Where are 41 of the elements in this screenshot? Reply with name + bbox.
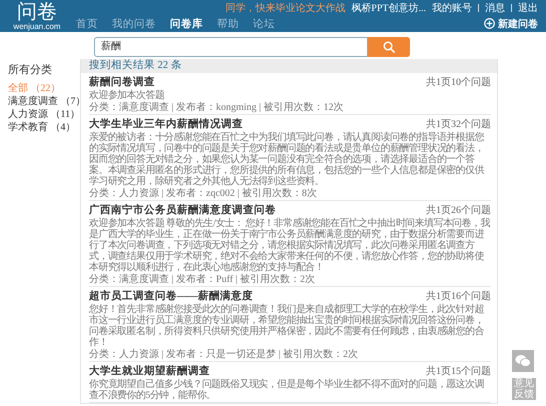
nav-tab[interactable]: 帮助 (217, 16, 239, 30)
results-summary: 搜到相关结果 22 条 (81, 59, 497, 73)
survey-meta: 分类：人力资源 | 发布者：只是一切还是梦 | 被引用次数：2次 (89, 349, 360, 360)
new-survey-button[interactable]: 新建问卷 (484, 16, 538, 30)
chat-bubbles-icon[interactable] (512, 350, 534, 372)
search-button[interactable] (368, 37, 410, 57)
question-count: 共1页32个问题 (426, 118, 491, 131)
logo-domain: wenjuan.com (13, 22, 61, 31)
survey-meta: 分类：人力资源 | 发布者：zqc002 | 被引用次数：8次 (89, 188, 318, 199)
survey-description: 欢迎参加本次答题 尊敬的先生/女士： 您好！非常感谢您能在百忙之中抽出时间来填写本问卷，我是广西大学的毕业生，正在做一份关于南宁市公务员薪酬满意度的研究，由于数据分析需要而进行了本次问卷调查，下列选项无对错之分，请您根据实际情况填写，此次问卷采用匿名调查方式，调查结果仅用于学术研究，绝对不会给大家带来任何的不便，请您放心作答，您的协助将使本研究得以顺利进行，在此衷心地感谢您的支持与配合！ (89, 218, 491, 273)
survey-description: 您好！首先非常感谢您接受此次的问卷调查！我们是来自成都理工大学的在校学生，此次针对超市这一行业进行员工满意度的专业调研，希望您能抽出宝贵的时间根据实际情况回答这份问卷，问卷采取匿名制，所得资料只供研究使用并严格保密，因此不需要有任何顾虑，由衷感谢您的合作！ (89, 304, 485, 348)
survey-title[interactable]: 大学生就业期望薪酬调查 (89, 366, 210, 378)
plus-circle-icon (484, 18, 495, 29)
question-count: 共1页26个问题 (426, 204, 491, 217)
header-link[interactable]: 消息 (485, 1, 505, 15)
survey-title[interactable]: 薪酬问卷调查 (89, 77, 155, 89)
user-link[interactable]: 枫桥PPT创意坊... (351, 1, 426, 15)
header-link[interactable]: 退出 (518, 1, 538, 15)
survey-title[interactable]: 大学生毕业三年内薪酬情况调查 (89, 119, 243, 131)
search-field[interactable]: 薪酬 (94, 37, 368, 57)
survey-description: 亲爱的被访者：十分感谢您能在百忙之中为我们填写此问卷，请认真阅读问卷的指导语并根据您的实际情况填写，问卷中的问题是关于您对薪酬问题的看法或是贵单位的薪酬管理状况的看法，因而您的回答无对错之分，如果您认为某一问题没有完全符合的选项，请选择最适合的一个答案。本调查采用匿名的形式进行，您所提供的所有信息，包括您的一些个人信息都是保密的仅供学习研究之用，除研究者之外其他人无法得到这些资料。 (89, 132, 486, 187)
nav-tab[interactable]: 问卷库 (170, 16, 203, 30)
category-item[interactable]: 满意度调查 （7） (8, 95, 86, 108)
nav-tab[interactable]: 我的问卷 (112, 16, 156, 30)
nav-tab[interactable]: 首页 (76, 16, 98, 30)
category-item[interactable]: 人力资源 （11） (8, 108, 80, 121)
sidebar-title: 所有分类 (8, 63, 52, 77)
survey-meta: 分类：满意度调查 | 发布者：Puff | 被引用次数：2次 (89, 274, 316, 285)
survey-title[interactable]: 广西南宁市公务员薪酬满意度调查问卷 (89, 205, 276, 217)
survey-meta: 分类：满意度调查 | 发布者：kongming | 被引用次数：12次 (89, 102, 345, 113)
survey-description: 欢迎参加本次答题 (89, 90, 166, 101)
survey-description: 你究竟期望自己值多少钱？问题既俗又现实，但是是每个毕业生都不得不面对的问题，愿这次调查不浪费你的5分钟，能帮你。 (89, 379, 485, 401)
survey-title[interactable]: 超市员工调查问卷——薪酬满意度 (89, 291, 253, 303)
nav-tab[interactable]: 论坛 (253, 16, 275, 30)
question-count: 共1页10个问题 (426, 76, 491, 89)
question-count: 共1页15个问题 (426, 364, 491, 378)
search-icon (383, 41, 395, 53)
logo[interactable]: 问卷 (17, 1, 57, 22)
question-count: 共1页16个问题 (426, 290, 491, 303)
header-link[interactable]: 我的账号 (432, 1, 472, 15)
category-item[interactable]: 学术教育 （4） (8, 121, 76, 134)
